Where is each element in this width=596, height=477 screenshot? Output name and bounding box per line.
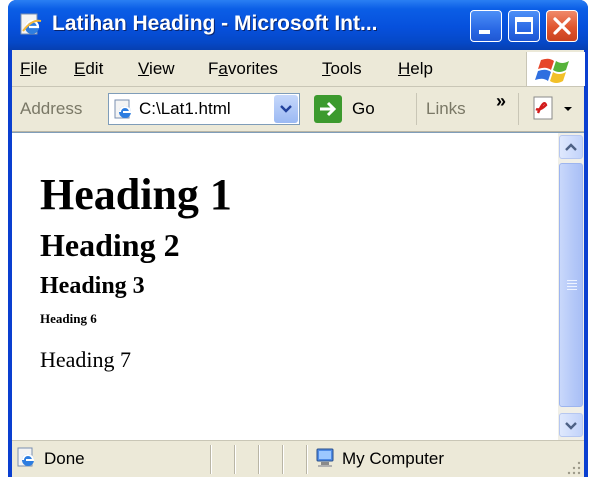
ie-page-icon xyxy=(114,99,132,119)
vertical-scrollbar[interactable] xyxy=(558,133,584,440)
green-arrow-icon xyxy=(314,95,342,123)
menu-file[interactable]: File xyxy=(20,59,47,79)
heading-3: Heading 3 xyxy=(40,273,145,299)
browser-window: Latihan Heading - Microsoft Int... File … xyxy=(8,0,588,477)
minimize-icon xyxy=(479,30,490,34)
links-more-button[interactable]: » xyxy=(496,91,506,112)
go-label: Go xyxy=(352,99,375,118)
heading-6: Heading 6 xyxy=(40,311,97,326)
zone-text: My Computer xyxy=(342,449,445,468)
maximize-button[interactable] xyxy=(508,10,540,42)
menu-favorites[interactable]: Favorites xyxy=(208,59,278,79)
status-bar: Done My Computer xyxy=(12,440,584,477)
toolbar-separator xyxy=(416,93,417,125)
status-separator xyxy=(306,445,307,474)
thumb-grip xyxy=(567,289,577,290)
ie-page-icon xyxy=(17,447,35,467)
chevron-up-icon xyxy=(565,143,577,151)
browser-frame: File Edit View Favorites Tools Help Addr… xyxy=(12,50,585,477)
status-separator xyxy=(210,445,211,474)
address-input[interactable]: C:\Lat1.html xyxy=(108,93,300,125)
close-icon xyxy=(553,17,571,35)
title-bar[interactable]: Latihan Heading - Microsoft Int... xyxy=(8,0,588,50)
chevron-down-icon xyxy=(280,105,292,113)
scroll-thumb[interactable] xyxy=(559,163,583,407)
status-separator xyxy=(258,445,259,474)
address-dropdown-button[interactable] xyxy=(274,95,298,123)
links-label[interactable]: Links xyxy=(426,99,466,119)
resize-grip-icon[interactable] xyxy=(566,460,582,476)
minimize-button[interactable] xyxy=(470,10,502,42)
windows-flag-icon xyxy=(535,58,569,83)
menu-tools[interactable]: Tools xyxy=(322,59,362,79)
menu-bar: File Edit View Favorites Tools Help xyxy=(12,50,585,87)
pdf-icon xyxy=(533,96,572,120)
maximize-icon xyxy=(515,17,533,34)
close-button[interactable] xyxy=(546,10,578,42)
heading-2: Heading 2 xyxy=(40,227,180,263)
go-button[interactable]: Go xyxy=(312,93,382,125)
status-separator xyxy=(282,445,283,474)
scroll-up-button[interactable] xyxy=(559,135,583,159)
windows-logo xyxy=(526,52,585,86)
thumb-grip xyxy=(567,283,577,284)
page-content: Heading 1 Heading 2 Heading 3 Heading 6 … xyxy=(12,132,584,440)
ie-page-icon xyxy=(20,13,42,35)
window-title: Latihan Heading - Microsoft Int... xyxy=(52,12,378,35)
status-separator xyxy=(234,445,235,474)
paragraph-text: Heading 7 xyxy=(40,347,132,372)
my-computer-icon xyxy=(316,448,334,467)
status-text: Done xyxy=(44,449,85,468)
menu-view[interactable]: View xyxy=(138,59,175,79)
heading-1: Heading 1 xyxy=(40,170,232,219)
thumb-grip xyxy=(567,280,577,281)
toolbar-separator xyxy=(518,93,519,125)
pdf-button[interactable] xyxy=(524,93,576,125)
menu-edit[interactable]: Edit xyxy=(74,59,103,79)
address-toolbar: Address C:\Lat1.html Go Links » xyxy=(12,87,584,132)
thumb-grip xyxy=(567,286,577,287)
address-label: Address xyxy=(20,99,83,118)
address-value: C:\Lat1.html xyxy=(139,99,231,118)
menu-help[interactable]: Help xyxy=(398,59,433,79)
chevron-down-icon xyxy=(565,422,577,430)
scroll-down-button[interactable] xyxy=(559,413,583,437)
